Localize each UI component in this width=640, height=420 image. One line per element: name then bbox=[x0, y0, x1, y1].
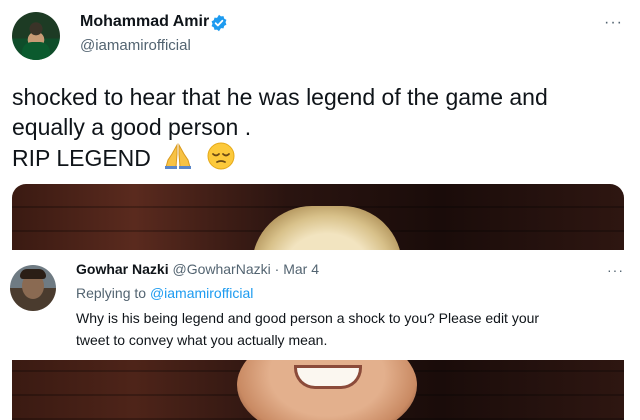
tweet-text: shocked to hear that he was legend of th… bbox=[12, 82, 622, 173]
reply-author-name[interactable]: Gowhar Nazki bbox=[76, 261, 169, 277]
folded-hands-emoji-icon bbox=[165, 143, 192, 169]
verified-badge-icon bbox=[211, 14, 227, 32]
pensive-face-emoji-icon bbox=[207, 142, 235, 170]
tweet-photo-lower[interactable] bbox=[12, 360, 624, 420]
author-handle[interactable]: @iamamirofficial bbox=[80, 37, 191, 54]
reply-author-avatar[interactable] bbox=[10, 265, 56, 311]
reply-more-options-icon[interactable]: ··· bbox=[607, 262, 624, 278]
tweet-line-3-text: RIP LEGEND bbox=[12, 145, 151, 171]
reply-date[interactable]: Mar 4 bbox=[283, 261, 319, 277]
reply-author-handle[interactable]: @GowharNazki bbox=[172, 261, 270, 277]
author-avatar[interactable] bbox=[12, 12, 60, 60]
reply-separator: · bbox=[270, 261, 284, 277]
replying-to-mention[interactable]: @iamamirofficial bbox=[150, 285, 253, 301]
reply-text: Why is his being legend and good person … bbox=[76, 307, 626, 351]
replying-to: Replying to @iamamirofficial bbox=[76, 285, 253, 301]
tweet-line-1: shocked to hear that he was legend of th… bbox=[12, 84, 548, 110]
reply-line-1: Why is his being legend and good person … bbox=[76, 310, 540, 326]
replying-prefix: Replying to bbox=[76, 285, 150, 301]
reply-line-2: tweet to convey what you actually mean. bbox=[76, 332, 328, 348]
more-options-icon[interactable]: ··· bbox=[604, 14, 623, 32]
tweet-line-2: equally a good person . bbox=[12, 114, 252, 140]
tweet-photo[interactable] bbox=[12, 184, 624, 256]
reply-header: Gowhar Nazki @GowharNazki · Mar 4 bbox=[76, 261, 319, 277]
author-name[interactable]: Mohammad Amir bbox=[80, 13, 209, 31]
tweet-line-3: RIP LEGEND bbox=[12, 142, 622, 173]
